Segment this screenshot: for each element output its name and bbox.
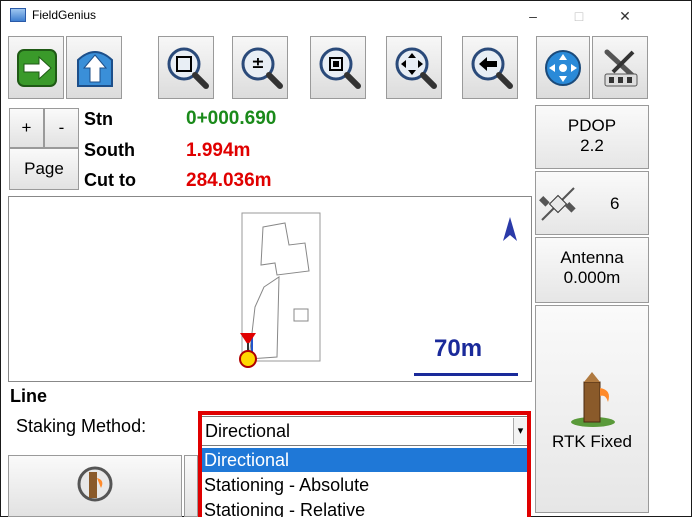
rtk-status-panel[interactable]: RTK Fixed <box>535 305 649 513</box>
map-up-button[interactable] <box>66 36 122 99</box>
staking-method-label: Staking Method: <box>16 416 147 436</box>
svg-text:±: ± <box>251 53 264 72</box>
next-button[interactable] <box>8 36 64 99</box>
zoom-plus-minus-icon: ± <box>241 47 283 89</box>
pan-icon <box>395 47 437 89</box>
highlight-box <box>198 411 531 517</box>
pan-button[interactable] <box>386 36 442 99</box>
antenna-panel[interactable]: Antenna 0.000m <box>535 237 649 303</box>
pdop-label: PDOP <box>567 116 617 135</box>
zoom-center-icon <box>167 47 209 89</box>
gps-button[interactable] <box>536 36 590 99</box>
pdop-panel[interactable]: PDOP 2.2 <box>535 105 649 169</box>
offset-direction-label: South <box>84 140 135 160</box>
survey-stake-icon <box>571 372 615 427</box>
zoom-window-button[interactable] <box>310 36 366 99</box>
antenna-label: Antenna <box>560 248 624 267</box>
section-heading: Line <box>10 386 48 406</box>
close-button[interactable]: ✕ <box>602 1 648 31</box>
minimize-button[interactable]: – <box>510 1 556 31</box>
zoom-out-button[interactable]: - <box>44 108 79 148</box>
satellite-count: 6 <box>610 194 620 213</box>
rtk-status: RTK Fixed <box>552 432 632 451</box>
satellite-icon <box>539 187 576 221</box>
maximize-button[interactable]: □ <box>556 1 602 31</box>
up-arrow-icon <box>77 51 113 87</box>
stake-search-icon <box>77 466 113 502</box>
zoom-previous-button[interactable] <box>462 36 518 99</box>
app-icon <box>10 8 26 22</box>
window-title: FieldGenius <box>32 8 97 22</box>
zoom-in-out-button[interactable]: ± <box>232 36 288 99</box>
map-view[interactable]: 70m <box>8 196 532 382</box>
stake-tool-button[interactable] <box>8 455 182 517</box>
pdop-value: 2.2 <box>580 136 604 155</box>
station-value: 0+000.690 <box>186 108 277 129</box>
next-arrow-icon <box>17 49 57 87</box>
side-button-edge[interactable] <box>184 455 198 517</box>
antenna-value: 0.000m <box>563 268 621 287</box>
zoom-previous-icon <box>471 47 513 89</box>
settings-button[interactable] <box>592 36 648 99</box>
offset-value: 1.994m <box>186 140 251 161</box>
satellites-panel[interactable]: 6 <box>535 171 649 235</box>
cut-to-value: 284.036m <box>186 170 272 191</box>
station-label: Stn <box>84 109 113 129</box>
map-scale-bar <box>414 373 518 376</box>
zoom-extents-button[interactable] <box>158 36 214 99</box>
zoom-window-icon <box>319 47 361 89</box>
globe-icon <box>545 50 581 86</box>
page-button[interactable]: Page <box>9 148 79 190</box>
cut-to-label: Cut to <box>84 170 136 190</box>
position-marker-icon <box>239 333 257 368</box>
zoom-in-button[interactable]: + <box>9 108 44 148</box>
tools-icon <box>604 49 638 87</box>
north-arrow-icon <box>503 217 517 241</box>
map-scale-label: 70m <box>434 335 483 362</box>
